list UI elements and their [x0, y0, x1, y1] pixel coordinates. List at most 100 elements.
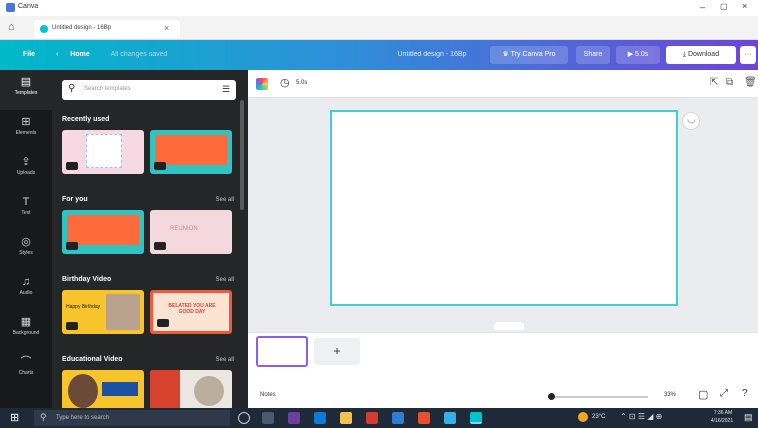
file-explorer-icon[interactable]: [340, 412, 352, 424]
canva-taskbar-icon[interactable]: [470, 412, 482, 424]
share-page-icon[interactable]: ⇱: [710, 77, 718, 88]
minimize-button[interactable]: –: [700, 2, 705, 12]
maximize-button[interactable]: ▢: [720, 2, 728, 11]
template-thumbnail[interactable]: [62, 130, 144, 174]
play-button[interactable]: ▶ 5.0s: [616, 46, 660, 64]
weather-temp[interactable]: 23°C: [592, 414, 605, 420]
zoom-level[interactable]: 33%: [664, 392, 676, 398]
window-close-button[interactable]: ×: [742, 1, 747, 11]
comment-icon: ◡: [687, 114, 696, 125]
app-icon[interactable]: [288, 412, 300, 424]
try-pro-button[interactable]: ♛ Try Canva Pro: [490, 46, 568, 64]
app-icon[interactable]: [366, 412, 378, 424]
rail-label: Styles: [19, 250, 33, 256]
section-title: Birthday Video: [62, 276, 112, 283]
video-badge-icon: [66, 322, 78, 330]
thumb-photo: [150, 370, 180, 408]
thumb-text: BELATED YOU ARE GOOD DAY: [168, 303, 216, 315]
rail-label: Elements: [15, 130, 37, 136]
audio-icon: ♫: [21, 276, 31, 288]
delete-page-icon[interactable]: 🗑: [744, 77, 757, 88]
upload-icon: ⇪: [21, 156, 31, 168]
rail-uploads[interactable]: ⇪ Uploads: [0, 150, 52, 190]
color-palette-icon[interactable]: [256, 78, 268, 90]
app-icon[interactable]: [444, 412, 456, 424]
file-menu[interactable]: File: [16, 46, 42, 64]
video-badge-icon: [154, 162, 166, 170]
timer-icon[interactable]: ◷: [280, 76, 290, 89]
filter-icon[interactable]: ☰: [222, 84, 230, 95]
template-thumbnail[interactable]: [62, 370, 144, 408]
fullscreen-icon[interactable]: ⤢: [720, 388, 728, 399]
notification-icon[interactable]: ▤: [744, 412, 753, 423]
home-link[interactable]: Home: [62, 46, 98, 64]
cortana-icon[interactable]: [238, 412, 250, 424]
rail-elements[interactable]: ⊞ Elements: [0, 110, 52, 150]
download-button[interactable]: ⤓ Download: [666, 46, 736, 64]
thumb-frame: [86, 134, 122, 168]
template-thumbnail[interactable]: [62, 210, 144, 254]
clock-date[interactable]: 4/16/2021: [704, 418, 740, 424]
edge-browser-icon[interactable]: [314, 412, 326, 424]
thumb-photo: [106, 294, 140, 330]
template-thumbnail[interactable]: BELATED YOU ARE GOOD DAY: [150, 290, 232, 334]
page-options-button[interactable]: ◡: [682, 112, 700, 130]
template-thumbnail[interactable]: REUNION: [150, 210, 232, 254]
rail-text[interactable]: T Text: [0, 190, 52, 230]
zoom-slider-thumb[interactable]: [548, 393, 555, 400]
rail-audio[interactable]: ♫ Audio: [0, 270, 52, 310]
zoom-slider[interactable]: [548, 393, 648, 400]
os-taskbar: ⊞ ⚲ Type here to search 23°C ⌃ ⊡ ☰ ◢ ⊕ 7…: [0, 408, 758, 428]
rail-templates[interactable]: ▤ Templates: [0, 70, 52, 110]
thumb-orange-block: [155, 135, 227, 165]
timeline-handle[interactable]: [494, 322, 524, 330]
panel-scrollbar[interactable]: [240, 100, 244, 210]
video-badge-icon: [154, 242, 166, 250]
help-icon[interactable]: ?: [742, 388, 748, 399]
notes-button[interactable]: Notes: [260, 392, 276, 398]
left-rail: ▤ Templates ⊞ Elements ⇪ Uploads T Text ◎ Sty…: [0, 70, 52, 408]
duplicate-page-icon[interactable]: ⧉: [726, 77, 733, 88]
rail-background[interactable]: ▦ Background: [0, 310, 52, 350]
search-icon: ⚲: [68, 83, 76, 94]
rail-label: Background: [12, 330, 40, 336]
window-title: Canva: [18, 3, 39, 10]
tab-close-icon[interactable]: ×: [164, 23, 169, 33]
template-thumbnail[interactable]: [150, 130, 232, 174]
chrome-icon[interactable]: [418, 412, 430, 424]
thumb-banner: [102, 382, 138, 396]
template-thumbnail[interactable]: Happy Birthday: [62, 290, 144, 334]
template-search-box[interactable]: ⚲ Search templates ☰: [62, 80, 236, 100]
design-page[interactable]: [330, 110, 678, 306]
styles-icon: ◎: [21, 236, 31, 248]
elements-icon: ⊞: [21, 116, 31, 128]
browser-tab[interactable]: Untitled design - 16Bp ×: [34, 20, 180, 38]
add-page-button[interactable]: +: [314, 338, 360, 365]
see-all-link[interactable]: See all: [216, 277, 234, 283]
windows-start-icon[interactable]: ⊞: [10, 411, 19, 424]
duration-label[interactable]: 5.0s: [296, 80, 307, 86]
rail-styles[interactable]: ◎ Styles: [0, 230, 52, 270]
saved-status: All changes saved: [110, 51, 168, 58]
page-thumbnail[interactable]: [256, 336, 308, 367]
rail-label: Text: [21, 210, 31, 216]
see-all-link[interactable]: See all: [216, 197, 234, 203]
template-thumbnail[interactable]: [150, 370, 232, 408]
grid-view-icon[interactable]: ▢: [698, 388, 708, 401]
canva-favicon-icon: [40, 25, 48, 33]
taskbar-search-input[interactable]: Type here to search: [56, 415, 109, 421]
task-view-icon[interactable]: [262, 412, 274, 424]
mail-icon[interactable]: [392, 412, 404, 424]
more-button[interactable]: ···: [740, 46, 756, 64]
section-title: Recently used: [62, 116, 110, 123]
clock-time[interactable]: 7:36 AM: [708, 410, 738, 416]
taskbar-search[interactable]: ⚲ Type here to search: [34, 410, 230, 426]
download-label: Download: [687, 51, 720, 58]
system-tray-icons[interactable]: ⌃ ⊡ ☰ ◢ ⊕: [620, 412, 662, 421]
rail-charts[interactable]: ⌒ Charts: [0, 350, 52, 390]
search-input[interactable]: Search templates: [84, 86, 131, 92]
share-button[interactable]: Share: [576, 46, 610, 64]
see-all-link[interactable]: See all: [216, 357, 234, 363]
design-name[interactable]: Untitled design - 16Bp: [388, 46, 476, 64]
home-icon[interactable]: ⌂: [8, 21, 15, 33]
